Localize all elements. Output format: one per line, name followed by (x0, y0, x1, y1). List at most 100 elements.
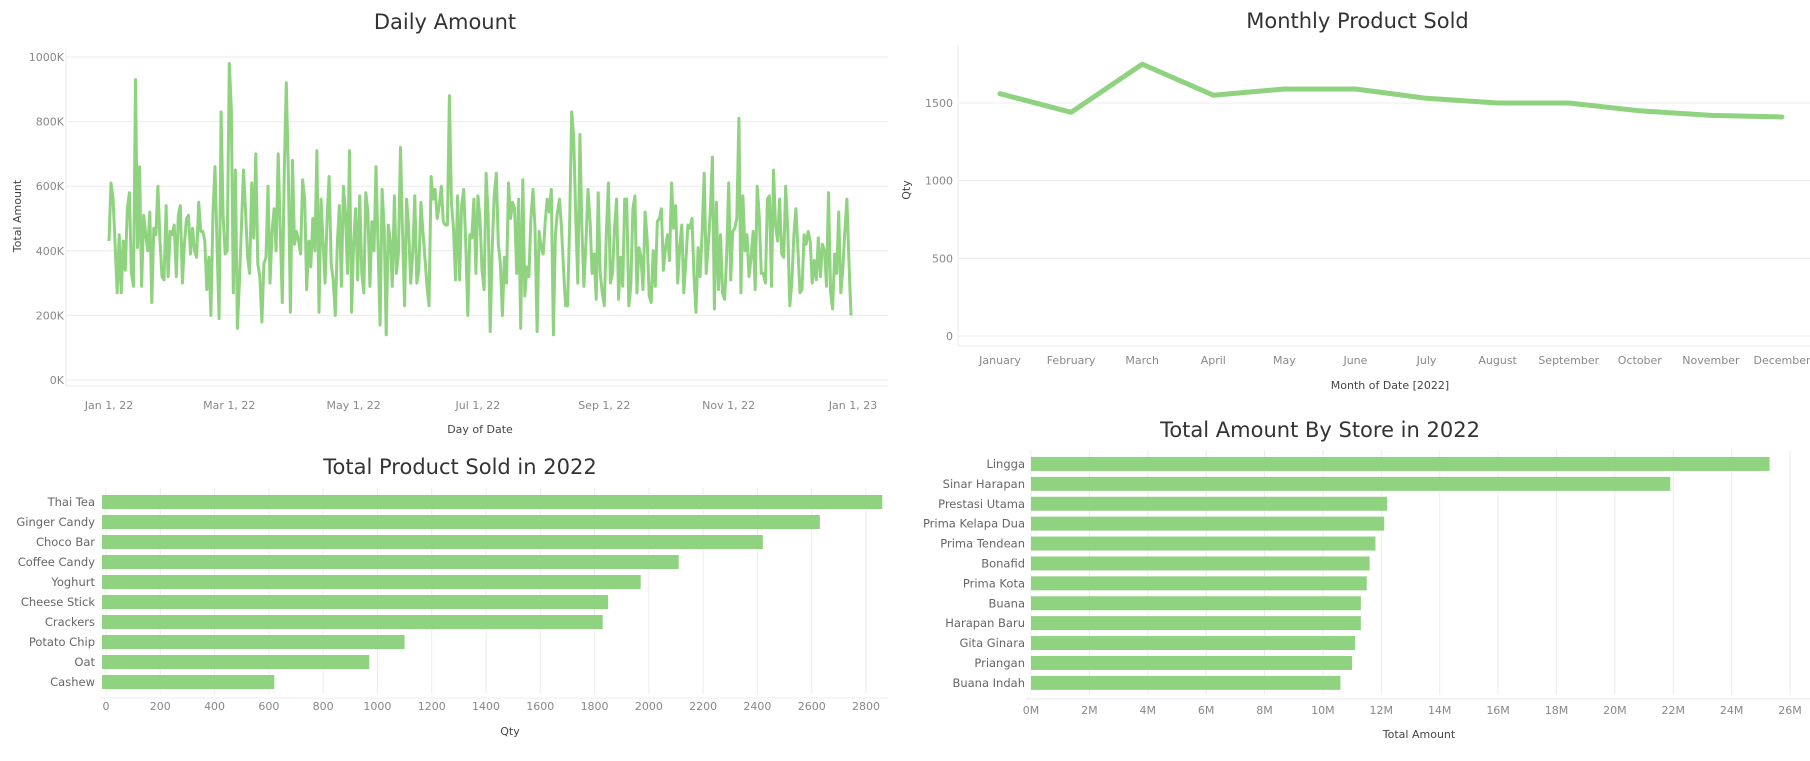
x-tick-label: 14M (1428, 704, 1452, 717)
y-tick-label: 500 (932, 252, 953, 265)
total-amount-by-store-panel: Total Amount By Store in 2022 0M 2M 4M 6M 8M… (900, 400, 1810, 761)
bar (1031, 496, 1388, 511)
y-tick-label: 200K (36, 309, 65, 322)
x-tick-label: May (1273, 354, 1296, 367)
x-tick-label: May 1, 22 (326, 399, 380, 412)
category-label: Potato Chip (29, 635, 95, 649)
bar (102, 575, 641, 589)
x-tick-label: 1200 (418, 700, 446, 713)
x-tick-label: 200 (150, 700, 171, 713)
x-tick-label: February (1047, 354, 1096, 367)
monthly-product-sold-chart: 0 500 1000 1500 January February March April May… (900, 45, 1810, 392)
bar (102, 655, 370, 669)
x-tick-label: Mar 1, 22 (203, 399, 255, 412)
bar (1031, 675, 1341, 690)
y-tick-label: 1000 (925, 175, 953, 188)
bar (1031, 516, 1385, 531)
category-label: Crackers (45, 615, 95, 629)
x-tick-label: July (1416, 354, 1437, 367)
bar (102, 495, 883, 509)
category-label: Sinar Harapan (943, 477, 1025, 491)
bar (1031, 636, 1356, 651)
category-label: Choco Bar (36, 535, 95, 549)
category-label: Lingga (986, 457, 1025, 471)
x-tick-label: 22M (1661, 704, 1685, 717)
x-tick-label: 4M (1140, 704, 1157, 717)
x-axis-title: Total Amount (1382, 728, 1456, 741)
bar (1031, 576, 1367, 591)
x-tick-label: 0M (1023, 704, 1040, 717)
x-tick-label: Jan 1, 23 (828, 399, 877, 412)
total-product-sold-panel: Total Product Sold in 2022 0 200 400 600 800… (0, 440, 900, 761)
x-tick-label: 1000 (363, 700, 391, 713)
category-label: Prestasi Utama (938, 497, 1025, 511)
bar (1031, 536, 1376, 551)
y-tick-label: 800K (36, 116, 65, 129)
x-tick-label: April (1201, 354, 1226, 367)
bar (102, 615, 603, 629)
x-tick-label: Jul 1, 22 (455, 399, 501, 412)
category-label: Prima Kelapa Dua (923, 517, 1025, 531)
category-label: Cheese Stick (21, 595, 96, 609)
x-tick-label: October (1618, 354, 1662, 367)
y-axis-title: Qty (900, 180, 913, 200)
y-tick-label: 1500 (925, 97, 953, 110)
daily-amount-chart: 0K 200K 400K 600K 800K 1000K Jan 1, 22 Mar 1, 2… (11, 49, 888, 436)
category-label: Buana Indah (952, 676, 1025, 690)
bar (1031, 655, 1353, 670)
y-tick-label: 600K (36, 180, 65, 193)
x-tick-label: January (978, 354, 1021, 367)
x-tick-label: 24M (1720, 704, 1744, 717)
x-tick-label: 20M (1603, 704, 1627, 717)
x-tick-label: 26M (1778, 704, 1802, 717)
bar (102, 515, 820, 529)
x-tick-label: December (1753, 354, 1810, 367)
x-tick-label: 16M (1486, 704, 1510, 717)
bar (1031, 556, 1370, 571)
x-tick-label: August (1478, 354, 1517, 367)
category-label: Thai Tea (47, 495, 95, 509)
x-tick-label: Sep 1, 22 (578, 399, 630, 412)
monthly-product-sold-panel: Monthly Product Sold 0 500 1000 1500 January… (900, 0, 1810, 400)
x-tick-label: 800 (313, 700, 334, 713)
category-label: Gita Ginara (959, 636, 1025, 650)
category-label: Oat (74, 655, 95, 669)
category-label: Buana (988, 596, 1025, 610)
y-tick-label: 0 (946, 330, 953, 343)
x-tick-label: 2400 (743, 700, 771, 713)
category-label: Coffee Candy (18, 555, 95, 569)
x-tick-label: 400 (204, 700, 225, 713)
bar (1031, 456, 1770, 471)
x-tick-label: Nov 1, 22 (702, 399, 755, 412)
x-tick-label: 1400 (472, 700, 500, 713)
category-label: Priangan (974, 656, 1025, 670)
x-tick-label: Jan 1, 22 (84, 399, 133, 412)
x-tick-label: March (1125, 354, 1159, 367)
x-tick-label: 18M (1545, 704, 1569, 717)
x-tick-label: 10M (1311, 704, 1335, 717)
x-tick-label: 2M (1081, 704, 1098, 717)
x-tick-label: 12M (1370, 704, 1394, 717)
bar (102, 635, 405, 649)
y-tick-label: 1000K (29, 51, 65, 64)
x-tick-label: 2600 (798, 700, 826, 713)
daily-amount-panel: Daily Amount 0K 200K 400K 600K 800K 1000K Jan … (0, 0, 900, 440)
x-axis-title: Day of Date (447, 423, 513, 436)
category-label: Yoghurt (50, 575, 95, 589)
x-tick-label: 6M (1198, 704, 1215, 717)
series-line (107, 62, 853, 337)
x-tick-label: 2000 (635, 700, 663, 713)
bar (102, 675, 275, 689)
category-label: Harapan Baru (945, 616, 1025, 630)
x-tick-label: 600 (258, 700, 279, 713)
bar (102, 535, 763, 549)
y-tick-label: 0K (50, 374, 65, 387)
x-tick-label: 1600 (526, 700, 554, 713)
total-amount-by-store-chart: 0M 2M 4M 6M 8M 10M 12M 14M 16M 18M 20M 22M 24M 26M Lin… (923, 450, 1810, 741)
bar (102, 595, 609, 609)
series-line (997, 61, 1785, 120)
category-label: Prima Tendean (940, 537, 1025, 551)
category-label: Ginger Candy (16, 515, 95, 529)
x-axis-title: Qty (500, 725, 520, 738)
category-label: Bonafid (981, 556, 1025, 570)
